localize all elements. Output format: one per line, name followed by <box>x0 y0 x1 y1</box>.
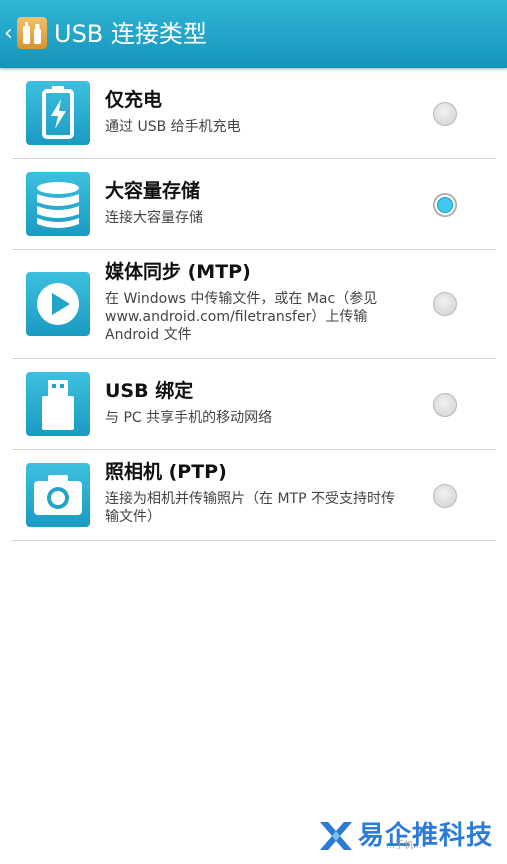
watermark-text: 易企推科技 <box>358 821 494 851</box>
watermark-logo <box>320 822 352 850</box>
watermark-small-text: …手机… <box>386 841 423 851</box>
option-title: 仅充电 <box>105 89 163 111</box>
option-subtitle: 与 PC 共享手机的移动网络 <box>105 410 273 426</box>
database-icon <box>26 172 90 236</box>
usb-plug-icon <box>26 372 90 436</box>
option-title: 媒体同步 (MTP) <box>105 261 251 283</box>
option-mass-storage[interactable]: 大容量存储 连接大容量存储 <box>12 159 496 250</box>
option-title: USB 绑定 <box>105 380 194 402</box>
option-mtp[interactable]: 媒体同步 (MTP) 在 Windows 中传输文件，或在 Mac（参见 www… <box>12 250 496 359</box>
option-subtitle: 在 Windows 中传输文件，或在 Mac（参见 www.android.co… <box>105 291 378 343</box>
radio-button[interactable] <box>433 292 457 316</box>
option-ptp-camera[interactable]: 照相机 (PTP) 连接为相机并传输照片（在 MTP 不受支持时传输文件） <box>12 450 496 541</box>
option-subtitle: 通过 USB 给手机充电 <box>105 119 241 135</box>
option-title: 大容量存储 <box>105 180 201 202</box>
option-subtitle: 连接大容量存储 <box>105 210 203 226</box>
option-usb-tethering[interactable]: USB 绑定 与 PC 共享手机的移动网络 <box>12 359 496 450</box>
action-bar: ‹ USB 连接类型 <box>0 0 507 68</box>
radio-button[interactable] <box>433 484 457 508</box>
usb-connection-icon[interactable] <box>17 17 47 49</box>
watermark: 易企推科技 …手机… <box>316 816 506 858</box>
camera-icon <box>26 463 90 527</box>
radio-button[interactable] <box>433 393 457 417</box>
radio-button[interactable] <box>433 102 457 126</box>
play-icon <box>26 272 90 336</box>
option-subtitle: 连接为相机并传输照片（在 MTP 不受支持时传输文件） <box>105 491 395 525</box>
battery-icon <box>26 81 90 145</box>
radio-button-selected[interactable] <box>433 193 457 217</box>
back-arrow-icon[interactable]: ‹ <box>4 22 18 46</box>
option-title: 照相机 (PTP) <box>105 461 227 483</box>
option-charge-only[interactable]: 仅充电 通过 USB 给手机充电 <box>12 68 496 159</box>
page-title: USB 连接类型 <box>54 20 207 48</box>
